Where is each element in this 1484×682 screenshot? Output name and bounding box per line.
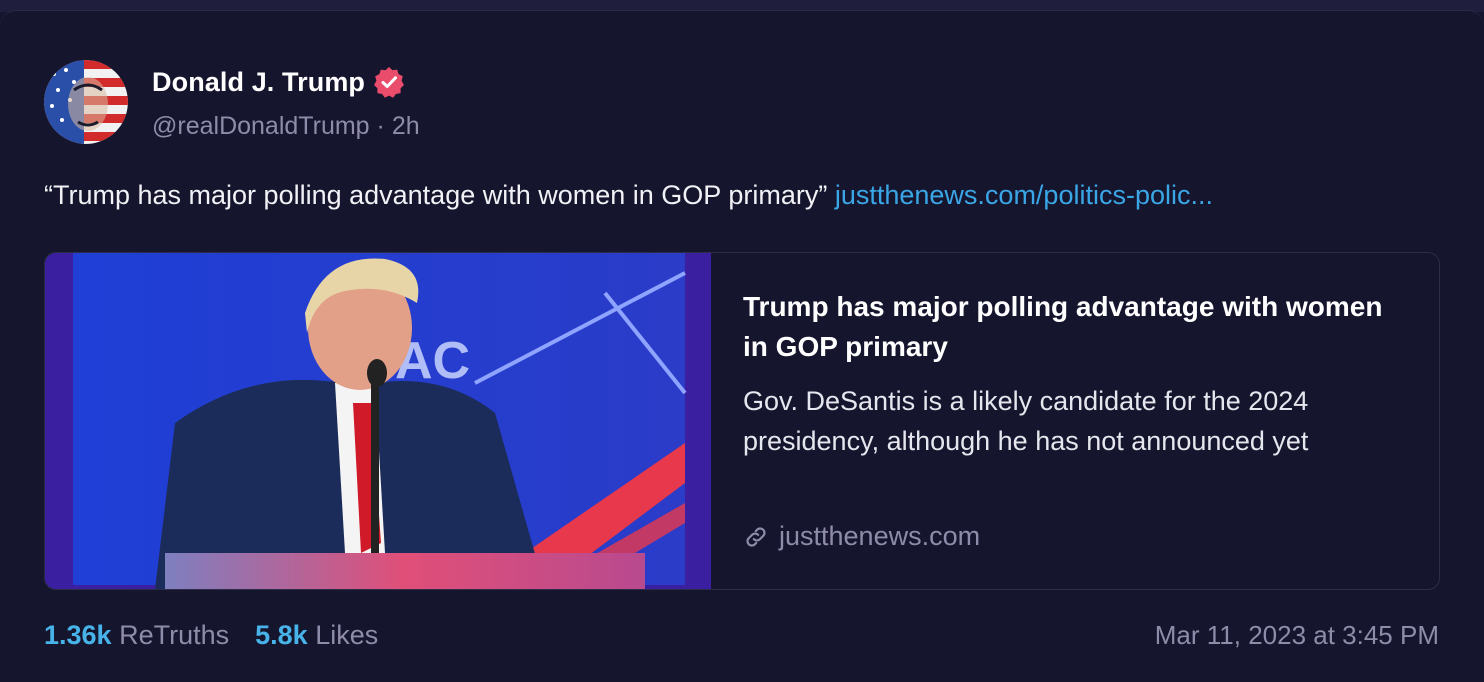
likes-label: Likes (315, 620, 379, 650)
link-icon (746, 526, 766, 547)
retruths-label: ReTruths (119, 620, 230, 650)
post-stats: 1.36k ReTruths 5.8k Likes (44, 620, 378, 651)
link-preview-image: AC (45, 253, 711, 589)
link-preview-title[interactable]: Trump has major polling advantage with w… (743, 287, 1383, 367)
post-link[interactable]: justthenews.com/politics-polic... (835, 180, 1213, 210)
post-timestamp[interactable]: Mar 11, 2023 at 3:45 PM (1155, 620, 1439, 651)
author-avatar[interactable] (44, 60, 128, 144)
avatar-image (44, 60, 128, 144)
author-name[interactable]: Donald J. Trump (152, 67, 365, 98)
retruths-count: 1.36k (44, 620, 112, 650)
verified-badge-icon (374, 67, 405, 98)
author-name-row: Donald J. Trump (152, 66, 405, 98)
link-preview-domain: justthenews.com (779, 521, 981, 551)
author-handle[interactable]: @realDonaldTrump (152, 112, 370, 140)
likes-stat[interactable]: 5.8k Likes (255, 620, 378, 651)
retruths-stat[interactable]: 1.36k ReTruths (44, 620, 229, 651)
likes-count: 5.8k (255, 620, 308, 650)
link-preview-domain-row: justthenews.com (743, 521, 980, 552)
link-preview-card[interactable]: AC Trump has major polling advantage wit… (44, 252, 1440, 590)
author-meta: @realDonaldTrump · 2h (152, 112, 420, 141)
post-time-ago[interactable]: 2h (392, 112, 420, 140)
post-text: “Trump has major polling advantage with … (44, 180, 828, 210)
meta-separator: · (376, 112, 385, 140)
post-body: “Trump has major polling advantage with … (44, 180, 1213, 211)
link-preview-description: Gov. DeSantis is a likely candidate for … (743, 386, 1309, 456)
